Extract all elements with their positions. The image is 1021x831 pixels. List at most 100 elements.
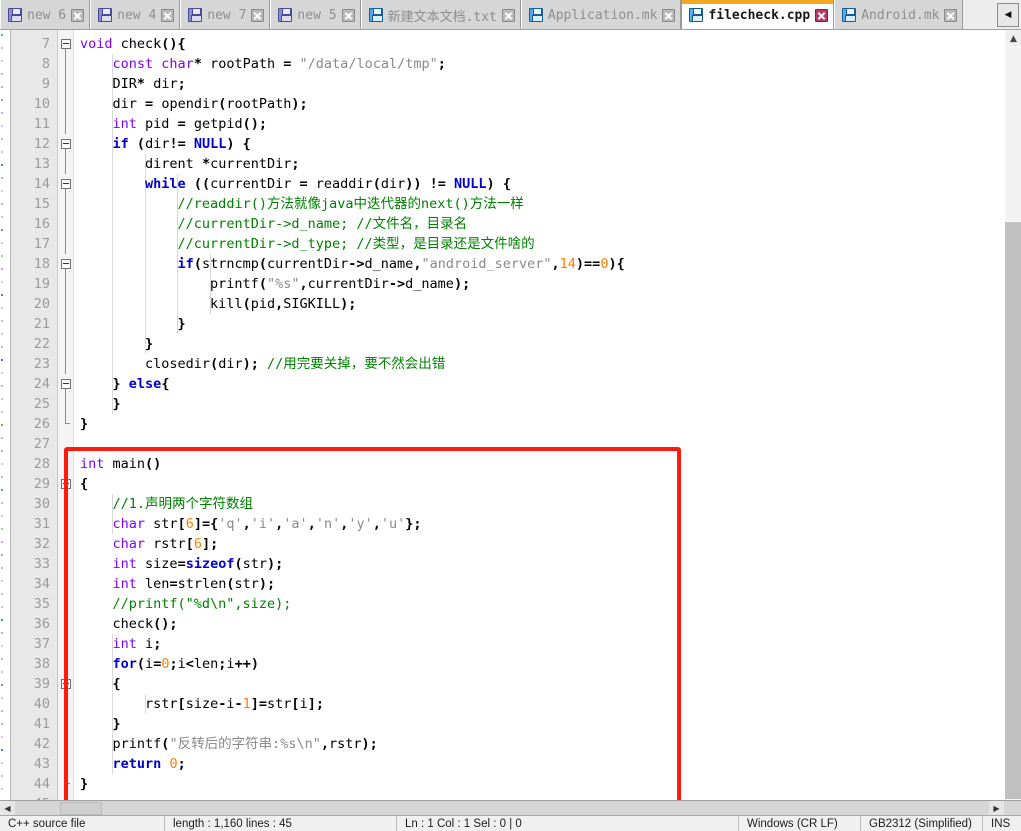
fold-line [65, 54, 66, 74]
tab-close-icon[interactable] [662, 8, 676, 22]
fold-row[interactable] [58, 514, 73, 534]
fold-row[interactable] [58, 74, 73, 94]
fold-row[interactable] [58, 674, 73, 694]
fold-row[interactable] [58, 374, 73, 394]
tab-close-icon[interactable] [944, 8, 958, 22]
fold-row[interactable] [58, 594, 73, 614]
tab-close-icon[interactable] [501, 8, 515, 22]
fold-row[interactable] [58, 734, 73, 754]
editor-pane[interactable]: 7 8 9 10 11 12 13 14 15 16 17 18 19 20 21 22 23 24 25 26 27 2… [0, 30, 1021, 816]
fold-row[interactable] [58, 254, 73, 274]
document-map-line [1, 398, 3, 400]
tab-7[interactable]: Android.mk [834, 0, 964, 29]
horizontal-scrollbar[interactable]: ◀ ▶ [0, 800, 1021, 816]
scroll-right-button[interactable]: ▶ [989, 801, 1004, 816]
fold-row[interactable] [58, 614, 73, 634]
code-line: //currentDir->d_type; //类型，是目录还是文件啥的 [177, 236, 535, 252]
fold-row[interactable] [58, 494, 73, 514]
tab-close-icon[interactable] [71, 8, 85, 22]
tab-5[interactable]: Application.mk [520, 0, 682, 29]
document-map-line [1, 411, 3, 413]
fold-collapse-icon[interactable] [61, 259, 71, 269]
tab-close-icon[interactable] [161, 8, 175, 22]
document-map-line [1, 281, 3, 283]
fold-row[interactable] [58, 394, 73, 414]
fold-row[interactable] [58, 34, 73, 54]
document-map-line [1, 73, 3, 75]
code-line: for(i=0;i<len;i++) [112, 656, 259, 672]
scroll-left-button[interactable]: ◀ [0, 801, 15, 816]
fold-row[interactable] [58, 334, 73, 354]
fold-collapse-icon[interactable] [61, 679, 71, 689]
fold-row[interactable] [58, 634, 73, 654]
document-map-line [1, 359, 3, 361]
fold-row[interactable] [58, 434, 73, 454]
tab-active-6[interactable]: filecheck.cpp [681, 0, 835, 29]
scroll-up-button[interactable]: ▲ [1005, 30, 1021, 47]
fold-row[interactable] [58, 214, 73, 234]
fold-collapse-icon[interactable] [61, 139, 71, 149]
line-number: 18 [33, 256, 50, 272]
fold-row[interactable] [58, 534, 73, 554]
code-text[interactable]: void check(){ const char* rootPath = "/d… [74, 34, 1021, 814]
fold-line [65, 214, 66, 234]
fold-row[interactable] [58, 174, 73, 194]
line-number: 22 [33, 336, 50, 352]
document-map-line [1, 476, 3, 478]
horizontal-scroll-thumb[interactable] [60, 802, 102, 815]
tab-close-icon[interactable] [815, 8, 829, 22]
document-map-line [1, 229, 3, 231]
tab-0[interactable]: new 6 [0, 0, 91, 29]
fold-row[interactable] [58, 134, 73, 154]
fold-row[interactable] [58, 454, 73, 474]
fold-row[interactable] [58, 114, 73, 134]
code-line: int size=sizeof(str); [112, 556, 284, 572]
fold-margin[interactable] [58, 30, 74, 816]
fold-collapse-icon[interactable] [61, 479, 71, 489]
fold-row[interactable] [58, 474, 73, 494]
tab-2[interactable]: new 7 [180, 0, 271, 29]
code-line: { [80, 476, 89, 492]
fold-collapse-icon[interactable] [61, 179, 71, 189]
fold-row[interactable] [58, 94, 73, 114]
tab-4[interactable]: 新建文本文档.txt [360, 0, 521, 29]
fold-row[interactable] [58, 54, 73, 74]
fold-row[interactable] [58, 694, 73, 714]
fold-row[interactable] [58, 294, 73, 314]
fold-line [65, 394, 66, 414]
fold-row[interactable] [58, 274, 73, 294]
vertical-scroll-thumb[interactable] [1005, 47, 1021, 222]
fold-row[interactable] [58, 314, 73, 334]
line-number: 40 [33, 696, 50, 712]
fold-row[interactable] [58, 354, 73, 374]
chevron-right-icon: ▶ [993, 804, 1000, 813]
fold-row[interactable] [58, 554, 73, 574]
fold-row[interactable] [58, 774, 73, 794]
code-line: //1.声明两个字符数组 [112, 496, 254, 512]
document-map[interactable] [0, 30, 11, 816]
document-map-line [1, 99, 3, 101]
tab-1[interactable]: new 4 [90, 0, 181, 29]
fold-row[interactable] [58, 754, 73, 774]
fold-row[interactable] [58, 234, 73, 254]
tab-close-icon[interactable] [341, 8, 355, 22]
code-line: } [80, 776, 89, 792]
fold-row[interactable] [58, 154, 73, 174]
document-map-line [1, 489, 3, 491]
fold-collapse-icon[interactable] [61, 39, 71, 49]
fold-row[interactable] [58, 714, 73, 734]
tab-3[interactable]: new 5 [270, 0, 361, 29]
tab-close-icon[interactable] [251, 8, 265, 22]
fold-row[interactable] [58, 414, 73, 434]
tab-scroll-left-button[interactable]: ◀ [997, 3, 1019, 27]
fold-row[interactable] [58, 194, 73, 214]
fold-row[interactable] [58, 654, 73, 674]
line-number: 25 [33, 396, 50, 412]
fold-collapse-icon[interactable] [61, 379, 71, 389]
code-line: } [112, 716, 121, 732]
code-area[interactable]: void check(){ const char* rootPath = "/d… [74, 30, 1021, 816]
fold-row[interactable] [58, 574, 73, 594]
fold-line [65, 494, 66, 514]
line-number: 29 [33, 476, 50, 492]
vertical-scrollbar[interactable]: ▲ ▼ [1004, 30, 1021, 816]
